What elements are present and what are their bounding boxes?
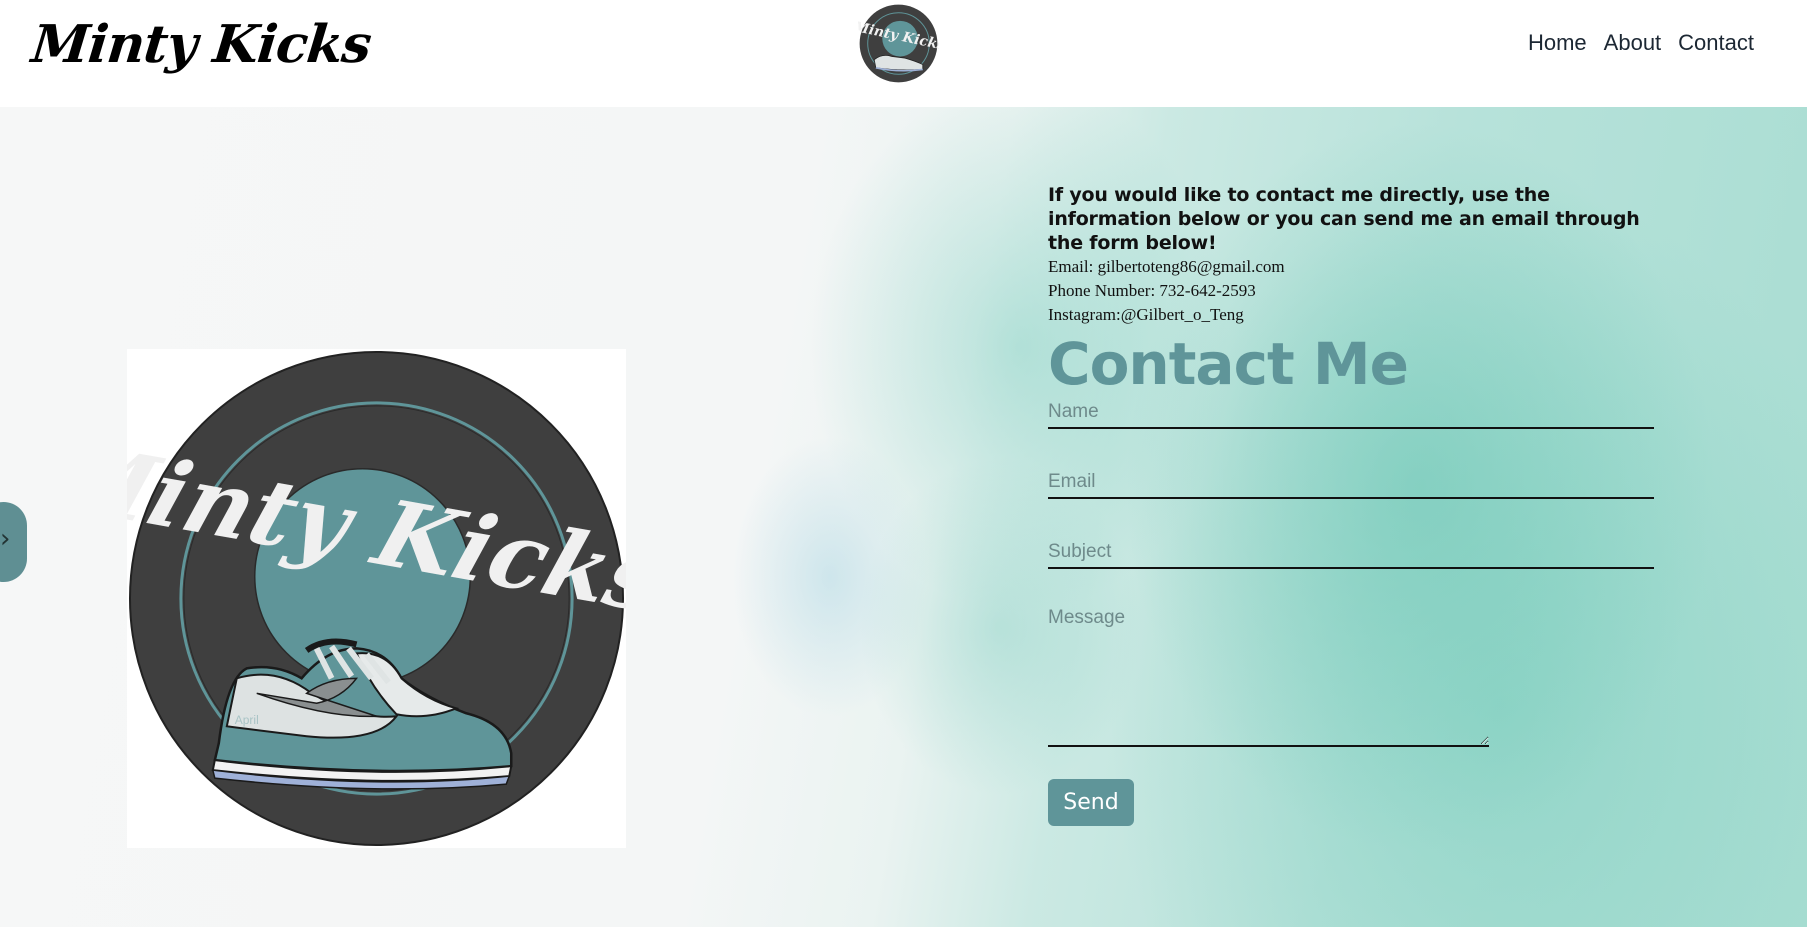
side-panel-toggle[interactable]: › bbox=[0, 502, 27, 582]
contact-section: › Minty Kicks April If you would like to… bbox=[0, 107, 1807, 927]
name-input[interactable] bbox=[1048, 397, 1654, 427]
svg-text:April: April bbox=[235, 713, 259, 727]
nav-about-link[interactable]: About bbox=[1604, 30, 1662, 56]
nav-contact-link[interactable]: Contact bbox=[1678, 30, 1754, 56]
chevron-right-icon: › bbox=[0, 524, 11, 554]
email-input[interactable] bbox=[1048, 467, 1654, 497]
send-button[interactable]: Send bbox=[1048, 779, 1134, 826]
email-field-wrapper bbox=[1048, 467, 1654, 499]
site-header: Minty Kicks Minty Kicks Home About Conta… bbox=[0, 0, 1807, 107]
main-nav: Home About Contact bbox=[1528, 30, 1754, 56]
contact-instagram-text: Instagram:@Gilbert_o_Teng bbox=[1048, 305, 1244, 324]
name-field-wrapper bbox=[1048, 397, 1654, 429]
contact-phone-text: Phone Number: 732-642-2593 bbox=[1048, 281, 1256, 300]
contact-form-title: Contact Me bbox=[1048, 330, 1409, 398]
contact-intro-text: If you would like to contact me directly… bbox=[1048, 184, 1640, 254]
contact-email-text: Email: gilbertoteng86@gmail.com bbox=[1048, 257, 1285, 276]
contact-form: Send bbox=[1048, 397, 1668, 826]
header-logo[interactable]: Minty Kicks bbox=[858, 3, 939, 84]
subject-input[interactable] bbox=[1048, 537, 1654, 567]
nav-home-link[interactable]: Home bbox=[1528, 30, 1587, 56]
contact-panel: If you would like to contact me directly… bbox=[1048, 183, 1668, 826]
message-textarea[interactable] bbox=[1048, 607, 1489, 747]
subject-field-wrapper bbox=[1048, 537, 1654, 569]
minty-kicks-logo-image: Minty Kicks April bbox=[127, 349, 626, 848]
brand-title[interactable]: Minty Kicks bbox=[29, 14, 374, 75]
